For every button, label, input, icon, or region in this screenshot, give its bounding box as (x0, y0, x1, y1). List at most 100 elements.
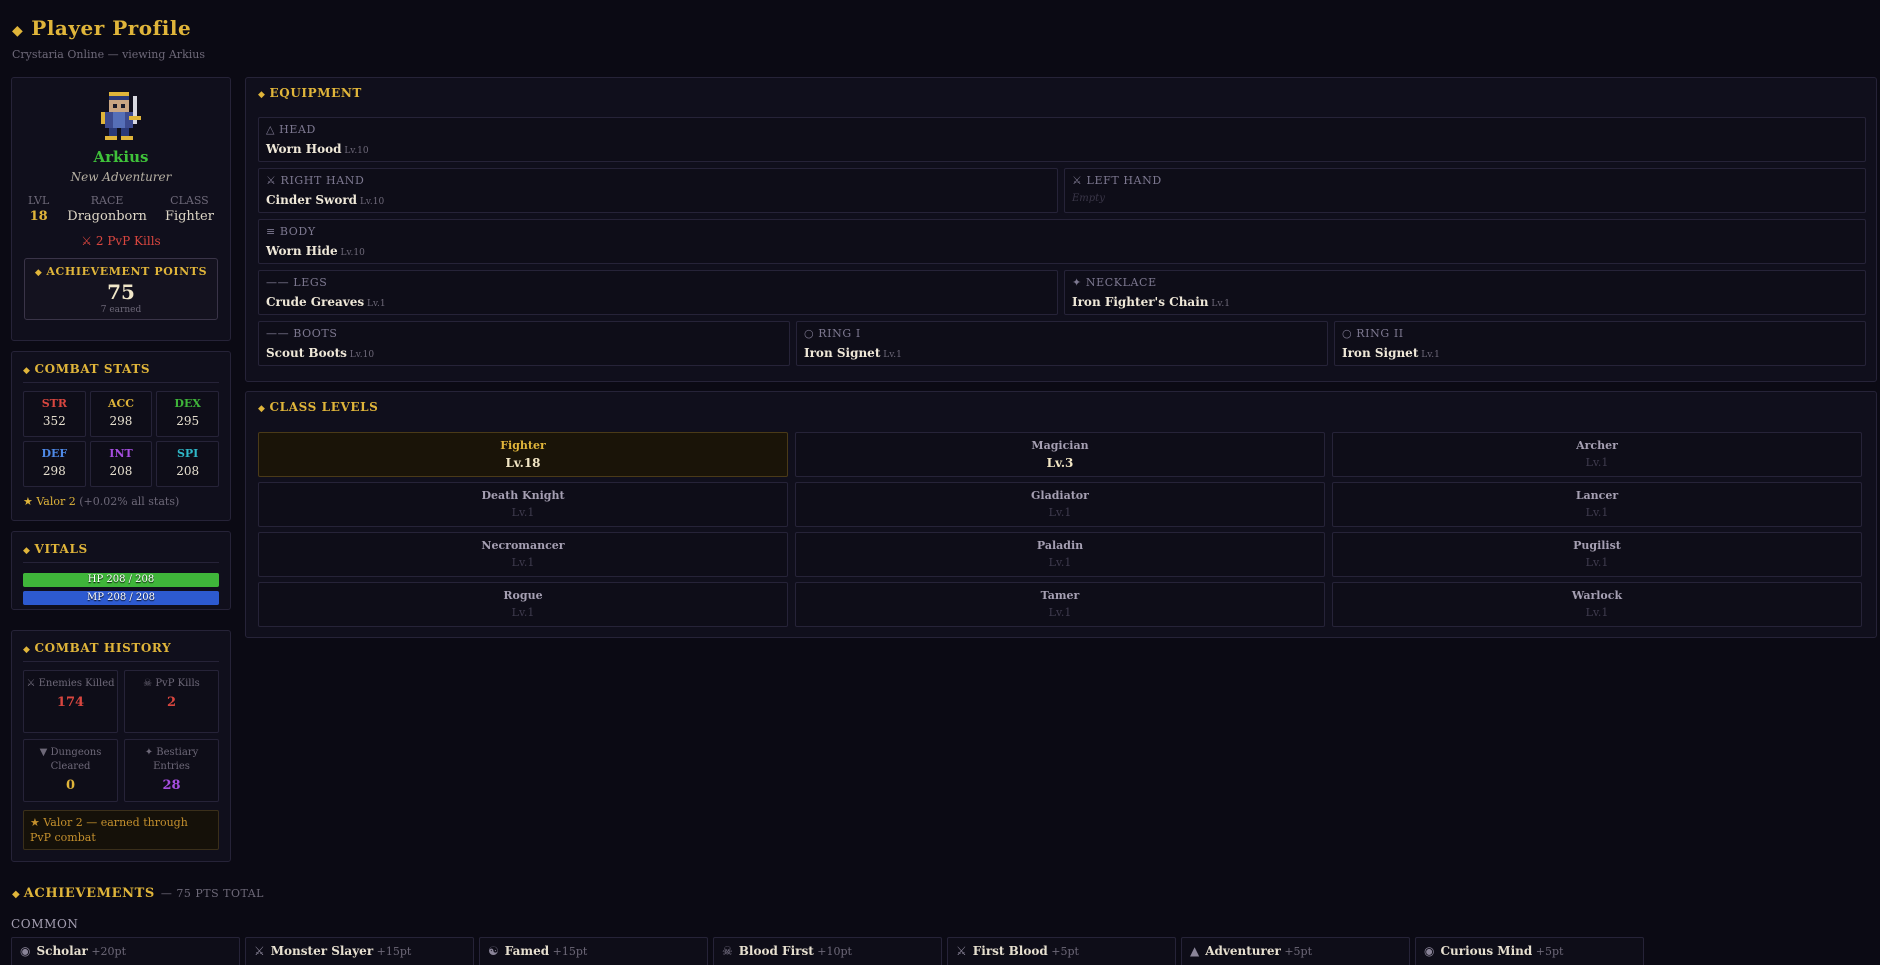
history-stat: ✦ Bestiary Entries 28 (124, 739, 219, 802)
item-level: Lv.10 (346, 350, 375, 360)
class-name: Rogue (503, 589, 543, 602)
equip-slot-left-hand[interactable]: ⚔ LEFT HAND Empty (1064, 168, 1866, 213)
class-value: Fighter (164, 209, 214, 224)
class-name: Death Knight (481, 489, 565, 502)
mp-text: MP 208 / 208 (86, 592, 156, 603)
class-archer[interactable]: Archer Lv.1 (1332, 432, 1862, 477)
history-stat: ⚔ Enemies Killed 174 (23, 670, 118, 733)
valor-bonus: (+0.02% all stats) (79, 495, 180, 508)
achievement-name: Scholar (36, 944, 88, 958)
stat-value: 298 (109, 414, 133, 428)
history-value: 0 (65, 778, 76, 793)
slot-label: △ HEAD (266, 123, 316, 136)
slot-label: ○ RING II (1342, 327, 1404, 340)
combat-stats-panel: ◆ COMBAT STATS STR 352 ACC 298 DEX 295 DEF 298 IN… (11, 351, 231, 521)
history-label: ☠ PvP Kills (143, 678, 200, 689)
class-name: Warlock (1571, 589, 1623, 602)
item-name: Scout Boots (266, 346, 347, 360)
item-level: Lv.10 (341, 146, 369, 156)
achievement-card[interactable]: ◉ Curious Mind +5pt (1415, 937, 1644, 965)
item-name: Worn Hide (266, 244, 338, 258)
equip-slot-legs[interactable]: —— LEGS Crude Greaves Lv.1 (258, 270, 1058, 315)
page-title-text: Player Profile (31, 16, 192, 40)
achievement-points-label: ◆ ACHIEVEMENT POINTS (25, 265, 217, 278)
class-tamer[interactable]: Tamer Lv.1 (795, 582, 1325, 627)
vitals-panel: ◆ VITALS HP 208 / 208 MP 208 / 208 (11, 531, 231, 610)
achievement-points: +20pt (87, 945, 127, 958)
class-death-knight[interactable]: Death Knight Lv.1 (258, 482, 788, 527)
valor-text: ★ Valor 2 (+0.02% all stats) (23, 495, 219, 508)
class-label: CLASS (170, 194, 209, 207)
achievement-card[interactable]: ◉ Scholar +20pt (11, 937, 240, 965)
combat-stats-title: ◆ COMBAT STATS (23, 362, 219, 383)
hp-bar: HP 208 / 208 (23, 573, 219, 587)
diamond-icon: ◆ (23, 366, 31, 376)
stat-label: DEX (174, 397, 201, 410)
history-grid: ⚔ Enemies Killed 174 ☠ PvP Kills 2 ▼ Dungeon… (23, 670, 219, 802)
class-necromancer[interactable]: Necromancer Lv.1 (258, 532, 788, 577)
class-level: Lv.1 (511, 506, 535, 519)
item-level: Lv.10 (337, 248, 365, 258)
race-value: Dragonborn (67, 209, 147, 224)
equip-slot-ring-i[interactable]: ○ RING I Iron Signet Lv.1 (796, 321, 1328, 366)
equip-slot-body[interactable]: ≡ BODY Worn Hide Lv.10 (258, 219, 1866, 264)
class-gladiator[interactable]: Gladiator Lv.1 (795, 482, 1325, 527)
stat-label: INT (109, 447, 133, 460)
achievement-icon: ⚔ (956, 944, 967, 958)
achievement-name: Monster Slayer (270, 944, 374, 958)
achievement-icon: ◉ (1424, 944, 1435, 958)
achievement-card[interactable]: ⚔ First Blood +5pt (947, 937, 1176, 965)
slot-label: ⚔ LEFT HAND (1072, 174, 1162, 187)
class-rogue[interactable]: Rogue Lv.1 (258, 582, 788, 627)
achievement-card[interactable]: ☯ Famed +15pt (479, 937, 708, 965)
stat-value: 208 (109, 464, 133, 478)
achievement-points: +5pt (1532, 945, 1564, 958)
stat-label: ACC (107, 397, 135, 410)
diamond-icon: ◆ (34, 268, 43, 278)
page-header: ◆ Player Profile Crystaria Online — viewi… (12, 16, 205, 61)
vitals-title: ◆ VITALS (23, 542, 219, 563)
class-level: Lv.3 (1046, 456, 1074, 470)
equip-slot-necklace[interactable]: ✦ NECKLACE Iron Fighter's Chain Lv.1 (1064, 270, 1866, 315)
item-level: Lv.1 (1208, 299, 1230, 309)
class-lancer[interactable]: Lancer Lv.1 (1332, 482, 1862, 527)
stat-def: DEF 298 (23, 441, 86, 487)
class-warlock[interactable]: Warlock Lv.1 (1332, 582, 1862, 627)
stat-str: STR 352 (23, 391, 86, 437)
class-fighter[interactable]: Fighter Lv.18 (258, 432, 788, 477)
player-title: New Adventurer (70, 170, 172, 184)
achievement-points: +5pt (1047, 945, 1079, 958)
slot-label: ⚔ RIGHT HAND (266, 174, 365, 187)
slot-item: Crude Greaves Lv.1 (266, 295, 1050, 309)
achievement-card[interactable]: ☠ Blood First +10pt (713, 937, 942, 965)
achievement-card[interactable]: ⚔ Monster Slayer +15pt (245, 937, 474, 965)
stat-spi: SPI 208 (156, 441, 219, 487)
player-info-grid: LVL 18 RACE Dragonborn CLASS Fighter (12, 194, 230, 224)
class-paladin[interactable]: Paladin Lv.1 (795, 532, 1325, 577)
level-value: 18 (29, 209, 48, 224)
stat-int: INT 208 (89, 441, 153, 487)
equip-slot-ring-ii[interactable]: ○ RING II Iron Signet Lv.1 (1334, 321, 1866, 366)
valor-note: ★ Valor 2 — earned through PvP combat (23, 810, 219, 850)
combat-history-panel: ◆ COMBAT HISTORY ⚔ Enemies Killed 174 ☠ PvP… (11, 630, 231, 862)
slot-item: Iron Signet Lv.1 (804, 346, 1320, 360)
class-pugilist[interactable]: Pugilist Lv.1 (1332, 532, 1862, 577)
achievement-icon: ◉ (20, 944, 31, 958)
equip-slot-right-hand[interactable]: ⚔ RIGHT HAND Cinder Sword Lv.10 (258, 168, 1058, 213)
class-level: Lv.1 (1048, 606, 1072, 619)
stat-value: 352 (42, 414, 66, 428)
item-level: Lv.1 (364, 299, 386, 309)
equip-slot-boots[interactable]: —— BOOTS Scout Boots Lv.10 (258, 321, 790, 366)
class-level: Lv.1 (1048, 556, 1072, 569)
equipment-panel: ◆ EQUIPMENT △ HEAD Worn Hood Lv.10 ⚔ RIGHT … (245, 77, 1877, 382)
equip-slot-head[interactable]: △ HEAD Worn Hood Lv.10 (258, 117, 1866, 162)
slot-item: Cinder Sword Lv.10 (266, 193, 1050, 207)
history-stat: ☠ PvP Kills 2 (124, 670, 219, 733)
achievement-card[interactable]: ▲ Adventurer +5pt (1181, 937, 1410, 965)
class-magician[interactable]: Magician Lv.3 (795, 432, 1325, 477)
class-column: CLASS Fighter (165, 194, 214, 224)
class-level: Lv.1 (1048, 506, 1072, 519)
class-name: Magician (1031, 439, 1089, 452)
class-level: Lv.18 (505, 456, 541, 470)
achievement-points: +15pt (549, 945, 588, 958)
